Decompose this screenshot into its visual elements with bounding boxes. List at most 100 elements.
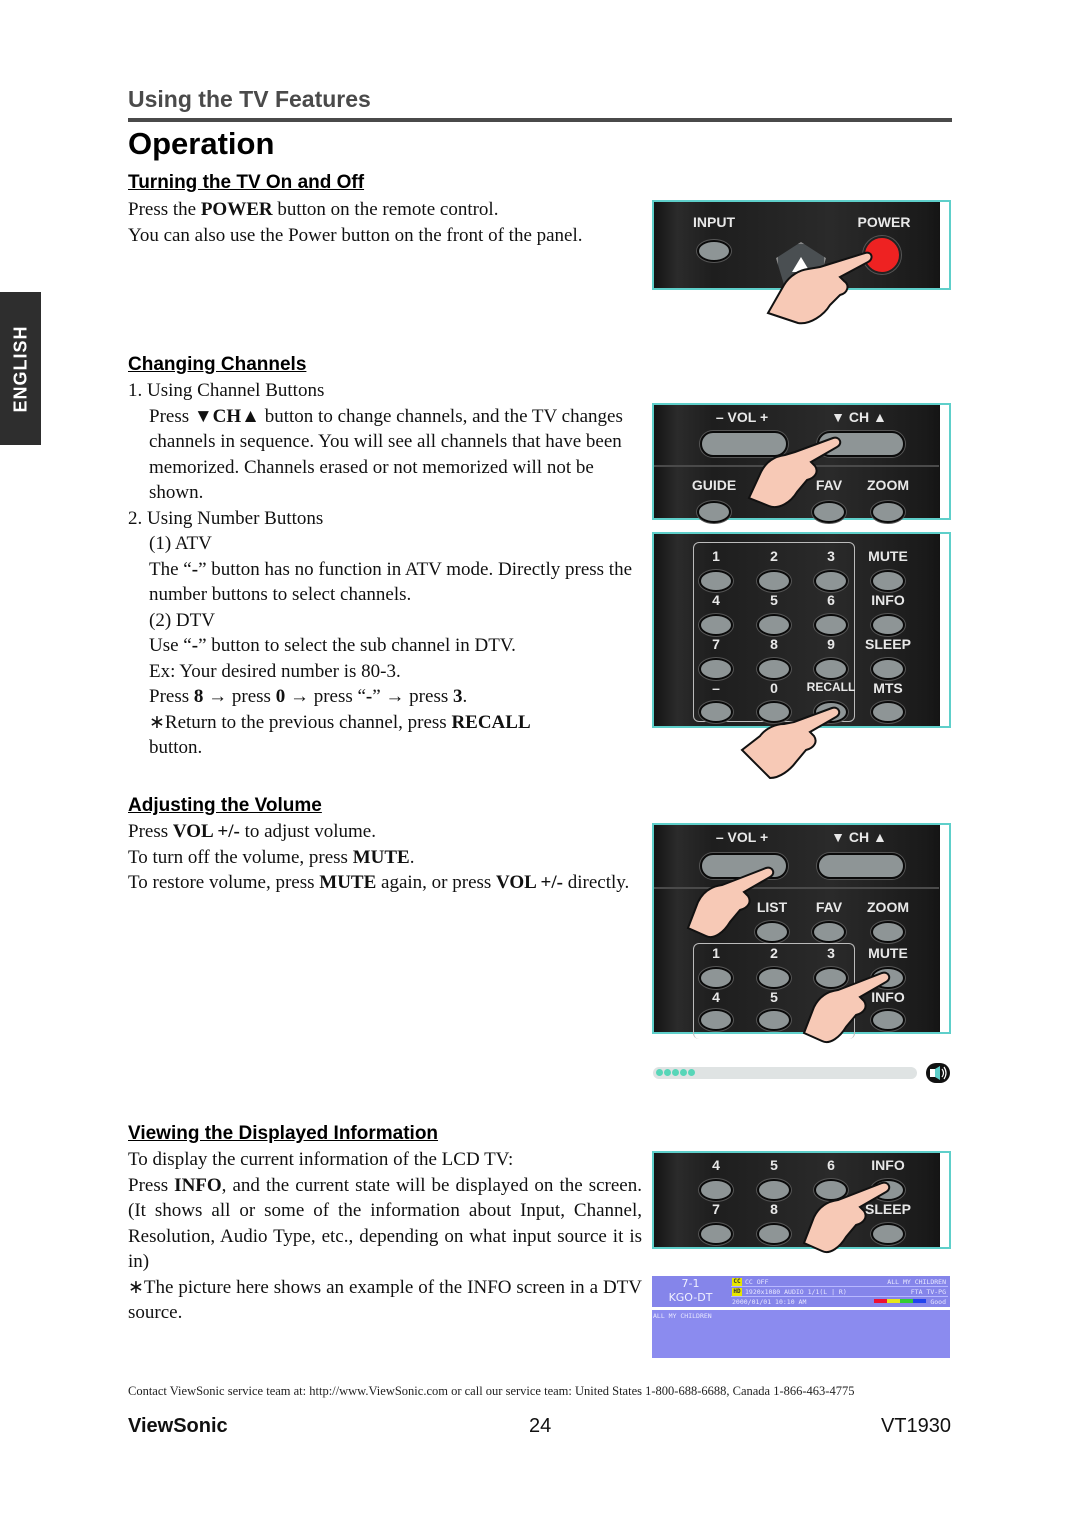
- dtv-text: Use “-” button to select the sub channel…: [149, 633, 648, 659]
- info-channel-number: 7-1: [681, 1277, 700, 1290]
- bold-mute: MUTE: [319, 872, 377, 893]
- cc-badge: CC: [732, 1278, 742, 1286]
- remote-image-numpad: 1 2 3 MUTE 4 5 6 INFO 7 8 9 SLEEP – 0 RE…: [652, 532, 951, 728]
- text: directly.: [562, 872, 630, 893]
- text: to adjust volume.: [239, 821, 376, 842]
- language-tab: ENGLISH: [0, 292, 41, 445]
- key-0: 0: [275, 686, 286, 707]
- remote-label-3: 3: [827, 548, 835, 564]
- channels-text: 1. Using Channel Buttons Press ▼CH▲ butt…: [128, 378, 648, 761]
- remote-label-2: 2: [770, 945, 778, 961]
- remote-label-recall: RECALL: [806, 680, 856, 694]
- remote-label-8: 8: [770, 1201, 778, 1217]
- info-note: ∗The picture here shows an example of th…: [128, 1276, 642, 1324]
- section-title: Using the TV Features: [128, 86, 371, 112]
- sub-item-dtv: (2) DTV: [149, 609, 215, 631]
- info-cc-status: CC OFF: [745, 1278, 769, 1286]
- list-item: 1. Using Channel Buttons: [128, 380, 325, 401]
- remote-label-guide: GUIDE: [691, 477, 737, 493]
- remote-label-info: INFO: [871, 592, 905, 608]
- remote-label-6: 6: [827, 592, 835, 608]
- language-tab-label: ENGLISH: [10, 324, 30, 413]
- bold-ch: ▼CH▲: [193, 405, 260, 427]
- remote-label-9: 9: [827, 636, 835, 652]
- remote-label-mute: MUTE: [868, 548, 908, 564]
- volume-level-bar: [653, 1067, 917, 1079]
- remote-label-power: POWER: [857, 214, 911, 230]
- bold-vol: VOL +/-: [172, 821, 240, 842]
- remote-label-5: 5: [770, 989, 778, 1005]
- example-text: Ex: Your desired number is 80-3.: [149, 660, 401, 682]
- remote-label-fav: FAV: [815, 899, 843, 915]
- bold-recall: RECALL: [451, 711, 531, 733]
- remote-label-2: 2: [770, 548, 778, 564]
- heading-turning-on-off: Turning the TV On and Off: [128, 172, 365, 193]
- remote-label-5: 5: [770, 1157, 778, 1173]
- remote-label-info: INFO: [871, 1157, 905, 1173]
- page-title: Operation: [128, 126, 275, 161]
- ch-button-graphic: [817, 431, 905, 457]
- text: To turn off the volume, press: [128, 846, 353, 868]
- text: button on the remote control.: [272, 199, 499, 220]
- text: ” button to select the sub channel in DT…: [198, 635, 516, 656]
- text: Press: [128, 821, 173, 842]
- remote-label-1: 1: [712, 548, 720, 564]
- volume-level-dot: [688, 1069, 695, 1076]
- text: → press: [203, 686, 276, 707]
- remote-label-ch: ▼ CH ▲: [831, 829, 887, 845]
- text: Press: [149, 686, 194, 707]
- text: button.: [149, 737, 203, 758]
- header-rule: [128, 118, 952, 122]
- signal-bar: [887, 1299, 900, 1303]
- speaker-icon: [926, 1063, 950, 1083]
- remote-label-4: 4: [712, 1157, 720, 1173]
- remote-label-0: 0: [770, 680, 778, 696]
- signal-bar: [874, 1299, 887, 1303]
- list-item-body: Press ▼CH▲ button to change channels, an…: [128, 404, 648, 506]
- heading-displayed-information: Viewing the Displayed Information: [128, 1123, 439, 1144]
- text: To restore volume, press: [128, 872, 320, 893]
- footer-contact: Contact ViewSonic service team at: http:…: [128, 1384, 855, 1398]
- remote-label-4: 4: [712, 592, 720, 608]
- hd-badge: HD: [732, 1288, 742, 1296]
- info-rating: FTA TV-PG: [910, 1288, 946, 1296]
- footer-brand: ViewSonic: [128, 1415, 228, 1437]
- info-screen-example: 7-1 KGO-DT CC CC OFF ALL MY CHILDREN HD …: [652, 1276, 950, 1358]
- volume-level-dot: [680, 1069, 687, 1076]
- remote-image-volume: – VOL + ▼ CH ▲ LIST FAV ZOOM 1 2 3 MUTE …: [652, 823, 951, 1039]
- text: → press “: [285, 686, 366, 707]
- list-item: 2. Using Number Buttons: [128, 507, 324, 529]
- remote-label-sleep: SLEEP: [865, 636, 911, 652]
- text: Press the: [128, 199, 201, 220]
- info-datetime: 2000/01/01 10:10 AM: [732, 1298, 807, 1306]
- remote-label-8: 8: [770, 636, 778, 652]
- bold-vol: VOL +/-: [496, 872, 563, 893]
- remote-label-mts: MTS: [873, 680, 903, 696]
- bold-info: INFO: [174, 1174, 222, 1196]
- heading-adjusting-volume: Adjusting the Volume: [128, 795, 322, 816]
- remote-label-sleep: SLEEP: [865, 1201, 911, 1217]
- remote-label-list: LIST: [756, 899, 788, 915]
- vol-button-graphic: [700, 431, 788, 457]
- remote-label-6: 6: [827, 1157, 835, 1173]
- remote-image-channel: – VOL + ▼ CH ▲ GUIDE FAV ZOOM: [652, 403, 951, 523]
- remote-label-fav: FAV: [815, 477, 843, 493]
- remote-label-zoom: ZOOM: [867, 899, 909, 915]
- text: again, or press: [376, 872, 497, 893]
- text: .: [409, 846, 415, 868]
- key-8: 8: [193, 686, 204, 707]
- remote-label-info: INFO: [871, 989, 905, 1005]
- info-resolution-audio: 1920x1080 AUDIO 1/1(L | R): [745, 1288, 847, 1296]
- heading-changing-channels: Changing Channels: [128, 354, 307, 375]
- volume-level-dot: [664, 1069, 671, 1076]
- remote-label-3: 3: [827, 945, 835, 961]
- remote-label-vol: – VOL +: [715, 409, 769, 425]
- bold-power: POWER: [200, 199, 273, 220]
- remote-label-zoom: ZOOM: [867, 477, 909, 493]
- remote-label-vol: – VOL +: [715, 829, 769, 845]
- text: .: [462, 686, 468, 707]
- remote-label-1: 1: [712, 945, 720, 961]
- text: The “: [149, 558, 192, 580]
- text: ∗Return to the previous channel, press: [149, 711, 452, 733]
- remote-image-info: 4 5 6 INFO 7 8 SLEEP: [652, 1151, 951, 1249]
